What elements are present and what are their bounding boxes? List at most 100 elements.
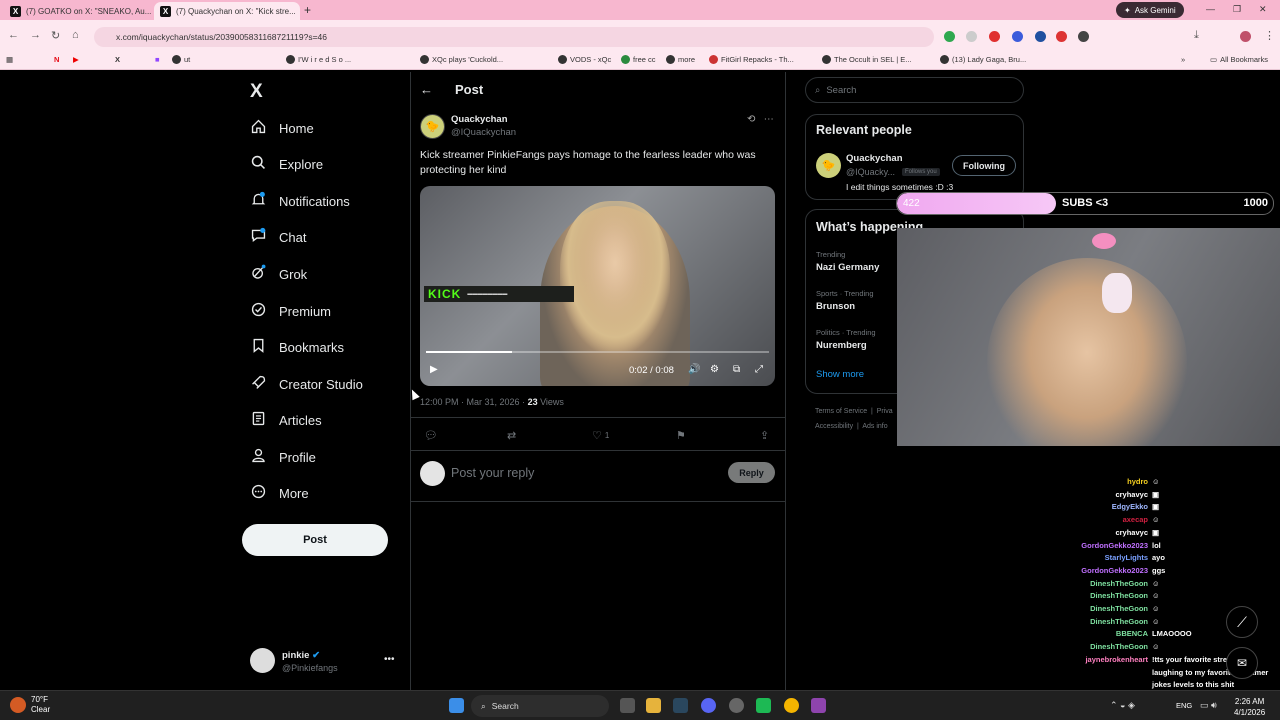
video-player[interactable]: KICK ▬▬▬▬▬▬▬▬ ▶ 0:02 / 0:08 🔊 ⚙ ⧉ ⤢ bbox=[420, 186, 775, 386]
more-options-icon[interactable]: ⋯ bbox=[764, 114, 774, 125]
nav-item-more[interactable]: More bbox=[250, 481, 309, 505]
bookmark[interactable]: XQc plays 'Cuckold... bbox=[420, 55, 503, 64]
reply-button[interactable]: Reply bbox=[728, 462, 775, 483]
volume-icon[interactable]: 🔊 bbox=[688, 364, 700, 375]
trend-item[interactable]: Brunson bbox=[816, 301, 855, 312]
footer-link[interactable]: Ads info bbox=[862, 423, 887, 430]
video-progress-bar[interactable] bbox=[426, 351, 769, 353]
ask-gemini-button[interactable]: ✦ Ask Gemini bbox=[1116, 2, 1184, 18]
bookmark[interactable]: (13) Lady Gaga, Bru... bbox=[940, 55, 1026, 64]
home-browser-icon[interactable]: ⌂ bbox=[72, 29, 79, 41]
apps-grid-icon[interactable]: ▦ bbox=[6, 55, 13, 64]
extension-icon[interactable] bbox=[1078, 31, 1089, 42]
nav-item-chat[interactable]: Chat bbox=[250, 225, 306, 249]
repost-icon[interactable]: ⇄ bbox=[507, 429, 516, 442]
url-bar[interactable]: x.com/iquackychan/status/203900583116872… bbox=[94, 27, 934, 47]
following-button[interactable]: Following bbox=[952, 155, 1016, 176]
nav-item-bookmarks[interactable]: Bookmarks bbox=[250, 335, 344, 359]
clock[interactable]: 2:26 AM 4/1/2026 bbox=[1234, 696, 1265, 718]
extension-icon[interactable] bbox=[966, 31, 977, 42]
author-avatar[interactable]: 🐤 bbox=[420, 114, 445, 139]
reply-icon[interactable]: 💬︎ bbox=[424, 429, 438, 442]
messages-fab-icon[interactable]: ✉ bbox=[1226, 647, 1258, 679]
discord-icon[interactable] bbox=[701, 698, 716, 713]
user-name[interactable]: Quackychan bbox=[846, 153, 903, 164]
app-icon[interactable] bbox=[729, 698, 744, 713]
author-handle[interactable]: @IQuackychan bbox=[451, 127, 516, 138]
like-button[interactable]: ♡ 1 bbox=[592, 429, 609, 442]
windows-start-icon[interactable] bbox=[449, 698, 464, 713]
extension-icon[interactable] bbox=[1056, 31, 1067, 42]
nav-item-notifications[interactable]: Notifications bbox=[250, 189, 350, 213]
footer-link[interactable]: Priva bbox=[877, 408, 893, 415]
youtube-bookmark-icon[interactable]: ▶ bbox=[73, 55, 79, 64]
x-logo[interactable]: X bbox=[250, 81, 263, 103]
bookmark[interactable]: FitGirl Repacks - Th... bbox=[709, 55, 794, 64]
back-icon[interactable]: ← bbox=[8, 29, 19, 41]
nav-item-explore[interactable]: Explore bbox=[250, 152, 323, 176]
avatar[interactable]: 🐤 bbox=[816, 153, 841, 178]
post-button[interactable]: Post bbox=[242, 524, 388, 556]
nav-item-creator-studio[interactable]: Creator Studio bbox=[250, 372, 363, 396]
app-icon[interactable] bbox=[811, 698, 826, 713]
trend-item[interactable]: Nuremberg bbox=[816, 340, 867, 351]
grok-icon[interactable]: ⟲ bbox=[747, 114, 755, 125]
play-icon[interactable]: ▶ bbox=[430, 364, 438, 375]
nav-item-home[interactable]: Home bbox=[250, 116, 314, 140]
browser-tab[interactable]: X (7) GOATKO on X: "SNEAKO, Au... ✕ bbox=[4, 2, 152, 20]
account-switcher[interactable]: pinkie ✔ @Pinkiefangs ••• bbox=[250, 648, 400, 678]
bookmark[interactable]: free cc bbox=[621, 55, 656, 64]
x-bookmark-icon[interactable]: X bbox=[115, 55, 120, 64]
reload-icon[interactable]: ↻ bbox=[51, 29, 60, 42]
extension-icon[interactable] bbox=[944, 31, 955, 42]
nav-item-articles[interactable]: Articles bbox=[250, 408, 322, 432]
extension-icon[interactable] bbox=[1035, 31, 1046, 42]
chrome-icon[interactable] bbox=[784, 698, 799, 713]
back-arrow-icon[interactable]: ← bbox=[420, 82, 433, 97]
bookmark-icon[interactable]: ⚑ bbox=[676, 429, 686, 442]
trend-item[interactable]: Nazi Germany bbox=[816, 262, 879, 273]
bookmark[interactable]: ut bbox=[172, 55, 190, 64]
nav-item-profile[interactable]: Profile bbox=[250, 445, 316, 469]
network-volume-icons[interactable]: ▭ 🔊︎ bbox=[1200, 700, 1217, 711]
reply-input[interactable]: Post your reply bbox=[451, 466, 534, 480]
nav-item-premium[interactable]: Premium bbox=[250, 299, 331, 323]
grok-fab-icon[interactable]: ⟋ bbox=[1226, 606, 1258, 638]
taskbar-search[interactable]: ⌕ Search bbox=[471, 695, 609, 717]
bookmark[interactable]: I'W i r e d S o ... bbox=[286, 55, 351, 64]
share-icon[interactable]: ⇪ bbox=[760, 429, 769, 442]
minimize-button[interactable]: — bbox=[1206, 4, 1215, 14]
bookmark[interactable]: The Occult in SEL | E... bbox=[822, 55, 912, 64]
footer-link[interactable]: Terms of Service bbox=[815, 408, 867, 415]
new-tab-button[interactable]: + bbox=[304, 3, 311, 17]
restore-button[interactable]: ❐ bbox=[1233, 4, 1241, 15]
all-bookmarks[interactable]: ▭ All Bookmarks bbox=[1210, 55, 1268, 64]
download-icon[interactable]: ⤓ bbox=[1194, 29, 1199, 42]
system-tray-icons[interactable]: ⌃ ◒ ◈ bbox=[1110, 700, 1135, 711]
fullscreen-icon[interactable]: ⤢ bbox=[755, 364, 763, 375]
app-icon[interactable] bbox=[756, 698, 771, 713]
nav-item-grok[interactable]: Grok bbox=[250, 262, 307, 286]
twitch-bookmark-icon[interactable]: ■ bbox=[155, 55, 160, 64]
show-more-link[interactable]: Show more bbox=[816, 369, 864, 380]
bookmark[interactable]: VODS - xQc bbox=[558, 55, 611, 64]
file-explorer-icon[interactable] bbox=[646, 698, 661, 713]
more-options-icon[interactable]: ••• bbox=[384, 654, 395, 665]
menu-icon[interactable]: ⋮ bbox=[1264, 29, 1275, 42]
task-view-icon[interactable] bbox=[620, 698, 635, 713]
weather-widget[interactable]: 70°F Clear bbox=[10, 695, 50, 715]
netflix-bookmark-icon[interactable]: N bbox=[54, 55, 59, 64]
extension-icon[interactable] bbox=[989, 31, 1000, 42]
extension-icon[interactable] bbox=[1012, 31, 1023, 42]
search-input[interactable]: ⌕ Search bbox=[805, 77, 1024, 103]
author-name[interactable]: Quackychan bbox=[451, 114, 508, 125]
browser-tab-active[interactable]: X (7) Quackychan on X: "Kick stre... ✕ bbox=[154, 2, 300, 20]
pip-icon[interactable]: ⧉ bbox=[733, 364, 740, 375]
forward-icon[interactable]: → bbox=[30, 29, 41, 41]
settings-icon[interactable]: ⚙ bbox=[710, 364, 719, 375]
close-window-button[interactable]: ✕ bbox=[1259, 4, 1267, 15]
profile-avatar-icon[interactable] bbox=[1240, 31, 1251, 42]
steam-icon[interactable] bbox=[673, 698, 688, 713]
language-indicator[interactable]: ENG bbox=[1176, 701, 1192, 710]
footer-link[interactable]: Accessibility bbox=[815, 423, 853, 430]
